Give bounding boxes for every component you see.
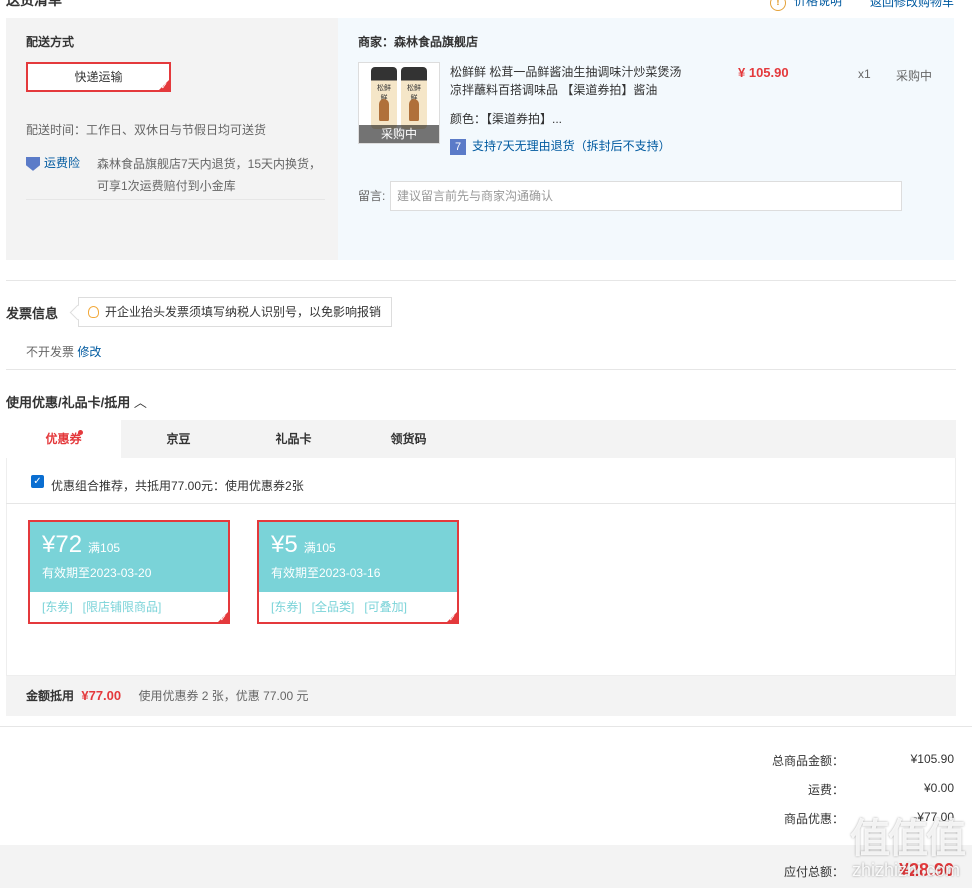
divider xyxy=(6,503,956,504)
return-policy[interactable]: 7 支持7天无理由退货（拆封后不支持） xyxy=(450,137,671,155)
discount-amount: ¥77.00 xyxy=(81,688,122,703)
watermark-logo: 值值值 xyxy=(850,817,966,861)
recommend-checkbox[interactable]: ✓ xyxy=(31,475,44,488)
shield-icon xyxy=(26,156,40,171)
invoice-title: 发票信息 xyxy=(6,306,59,321)
delivery-list-title: 送货清单 xyxy=(6,0,62,8)
seven-day-icon: 7 xyxy=(450,138,466,155)
coupon-tags: [东券] [全品类] [可叠加] xyxy=(271,600,408,614)
help-icon: ! xyxy=(769,0,786,11)
check-icon: ✓ xyxy=(160,81,168,91)
tab-pickup-code[interactable]: 领货码 xyxy=(351,420,466,458)
check-icon: ✓ xyxy=(448,613,456,623)
insurance-desc: 森林食品旗舰店7天内退货，15天内换货， 可享1次运费赔付到小金库 xyxy=(97,157,322,193)
order-note-input[interactable]: 建议留言前先与商家沟通确认 xyxy=(390,181,902,211)
tab-jd-beans[interactable]: 京豆 xyxy=(121,420,236,458)
tab-gift-card[interactable]: 礼品卡 xyxy=(236,420,351,458)
bottle-image: 松鲜鲜 xyxy=(401,67,427,129)
total-goods-row: 总商品金额： ¥105.90 xyxy=(771,752,954,768)
discount-section-toggle[interactable]: 使用优惠/礼品卡/抵用 ︿ xyxy=(6,392,147,411)
price-note-link[interactable]: ! 价格说明 xyxy=(769,0,842,11)
shipping-panel xyxy=(6,18,338,260)
divider xyxy=(6,369,956,370)
purchasing-badge: 采购中 xyxy=(359,125,439,143)
coupon-card[interactable]: ¥72 满105 有效期至2023-03-20 [东券] [限店铺限商品] ✓ xyxy=(28,520,230,624)
coupon-condition: 满105 xyxy=(88,541,121,555)
coupon-amount: ¥72 xyxy=(42,531,83,558)
merchant-name: 商家：森林食品旗舰店 xyxy=(358,35,479,49)
coupon-amount: ¥5 xyxy=(271,531,298,558)
coupon-expiry: 有效期至2023-03-20 xyxy=(42,566,152,580)
divider xyxy=(6,280,956,281)
back-to-cart-link[interactable]: 返回修改购物车 xyxy=(870,0,954,10)
product-price: ¥ 105.90 xyxy=(738,65,789,80)
invoice-tip: 开企业抬头发票须填写纳税人识别号，以免影响报销 xyxy=(78,297,393,327)
coupon-card[interactable]: ¥5 满105 有效期至2023-03-16 [东券] [全品类] [可叠加] ✓ xyxy=(257,520,459,624)
new-dot xyxy=(78,430,83,435)
recommend-text: 优惠组合推荐，共抵用77.00元：使用优惠券2张 xyxy=(51,479,304,493)
coupon-expiry: 有效期至2023-03-16 xyxy=(271,566,381,580)
tab-coupons[interactable]: 优惠券 xyxy=(6,420,121,458)
bottle-image: 松鲜鲜 xyxy=(371,67,397,129)
invoice-status: 不开发票 修改 xyxy=(26,345,102,359)
check-icon: ✓ xyxy=(219,613,227,623)
chevron-up-icon: ︿ xyxy=(133,395,147,410)
watermark-site: zhizhizhi.com xyxy=(851,860,960,880)
delivery-time-text: 配送时间：工作日、双休日与节假日均可送货 xyxy=(26,123,267,137)
coupon-condition: 满105 xyxy=(303,541,336,555)
header-links: ! 价格说明 返回修改购物车 xyxy=(769,0,954,11)
product-qty: x1 xyxy=(858,67,871,81)
invoice-modify-link[interactable]: 修改 xyxy=(77,345,101,359)
lightbulb-icon xyxy=(88,306,99,318)
product-image[interactable]: 松鲜鲜 松鲜鲜 采购中 xyxy=(358,62,440,144)
shipping-method-label: 配送方式 xyxy=(26,35,75,49)
product-color: 颜色：【渠道券拍】... xyxy=(450,112,563,126)
divider xyxy=(0,726,972,727)
discount-summary: 金额抵用 ¥77.00 使用优惠券 2 张，优惠 77.00 元 xyxy=(6,676,956,716)
divider xyxy=(26,199,325,200)
product-title-link[interactable]: 松鲜鲜 松茸一品鲜酱油生抽调味汁炒菜煲汤 凉拌蘸料百搭调味品 【渠道券拍】酱油 xyxy=(450,63,690,99)
note-label: 留言: xyxy=(358,189,386,203)
checkout-page: 送货清单 ! 价格说明 返回修改购物车 配送方式 快递运输 ✓ 配送时间：工作日、… xyxy=(0,0,972,888)
express-shipping-option[interactable]: 快递运输 ✓ xyxy=(26,62,171,92)
product-status: 采购中 xyxy=(896,69,933,83)
freight-row: 运费： ¥0.00 xyxy=(807,781,954,797)
discount-tabs: 优惠券 京豆 礼品卡 领货码 xyxy=(6,420,956,458)
freight-insurance-link[interactable]: 运费险 xyxy=(26,154,80,171)
coupon-tags: [东券] [限店铺限商品] xyxy=(42,600,162,614)
